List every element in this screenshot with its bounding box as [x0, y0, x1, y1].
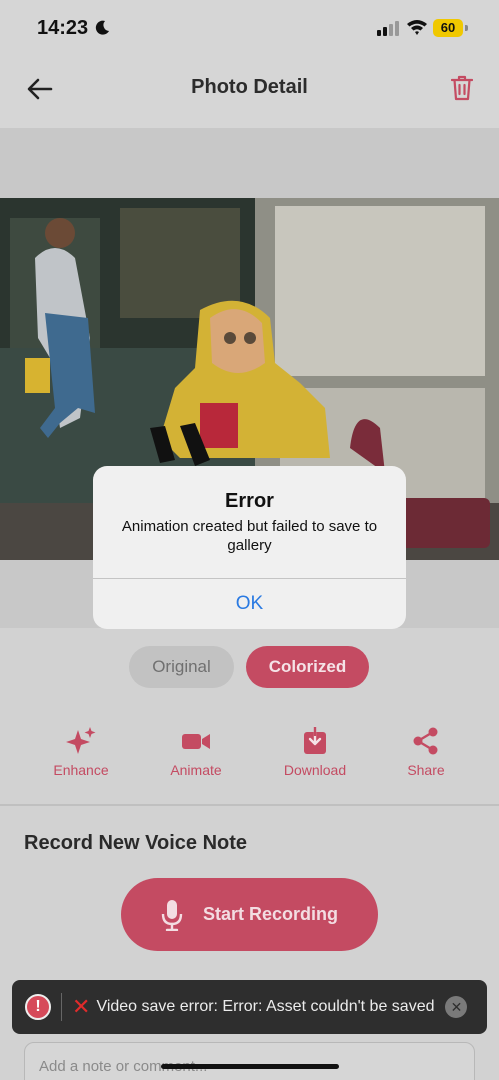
error-toast[interactable]: ! ✕ Video save error: Error: Asset could… [12, 980, 487, 1034]
signal-icon [377, 21, 399, 36]
start-recording-label: Start Recording [202, 904, 339, 924]
wifi-icon [407, 20, 427, 35]
toast-message: Video save error: Error: Asset couldn't … [96, 998, 435, 1015]
battery-tip [465, 25, 468, 31]
microphone-icon [161, 899, 183, 931]
download-button[interactable]: Download [265, 726, 365, 778]
photo-top-margin [0, 128, 499, 198]
share-button[interactable]: Share [376, 726, 476, 778]
moon-icon [95, 20, 109, 35]
sparkles-icon [66, 727, 96, 754]
home-indicator [161, 1064, 339, 1069]
enhance-button[interactable]: Enhance [31, 726, 131, 778]
original-toggle-button[interactable]: Original [129, 646, 234, 688]
cross-mark-icon: ✕ [72, 994, 91, 1019]
status-bar: 14:23 60 [0, 0, 499, 56]
start-recording-button[interactable]: Start Recording [121, 878, 378, 951]
share-label: Share [407, 762, 445, 778]
download-icon [304, 726, 326, 754]
note-input[interactable]: Add a note or comment... [24, 1042, 475, 1080]
toast-close-button[interactable]: ✕ [445, 996, 468, 1018]
dialog-message: Animation created but failed to save to … [121, 518, 378, 554]
dialog-ok-button[interactable]: OK [93, 579, 406, 629]
status-time: 14:23 [37, 17, 89, 39]
animate-button[interactable]: Animate [146, 726, 246, 778]
dialog-title: Error [225, 490, 274, 512]
animate-label: Animate [170, 762, 222, 778]
battery-indicator: 60 [433, 19, 463, 37]
voice-note-section: Record New Voice Note Start Recording Ad… [0, 806, 499, 1080]
page-title: Photo Detail [191, 76, 308, 98]
video-camera-icon [182, 734, 210, 749]
header: Photo Detail [0, 56, 499, 128]
error-dialog: Error Animation created but failed to sa… [93, 466, 406, 629]
controls-panel: Original Colorized Enhance Animate Downl… [0, 628, 499, 804]
enhance-label: Enhance [53, 762, 109, 778]
colorized-toggle-button[interactable]: Colorized [246, 646, 369, 688]
toast-separator [61, 993, 62, 1021]
share-icon [413, 727, 438, 755]
voice-section-title: Record New Voice Note [24, 832, 248, 854]
trash-icon [451, 75, 473, 101]
delete-button[interactable] [444, 70, 480, 106]
alert-icon: ! [25, 994, 51, 1020]
download-label: Download [283, 762, 347, 778]
